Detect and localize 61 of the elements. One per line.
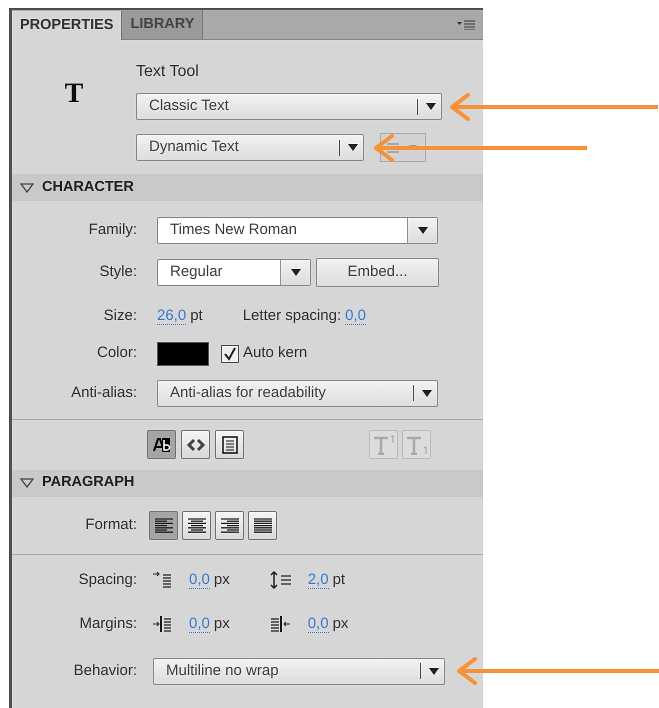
caret-icon <box>290 269 300 276</box>
panel-menu-icon[interactable] <box>457 20 475 30</box>
caret-icon <box>422 390 432 396</box>
field-label: Anti-alias: <box>70 382 137 403</box>
text-border-icon <box>222 436 238 454</box>
align-button[interactable] <box>215 510 244 540</box>
embed-button[interactable]: Embed... <box>316 258 439 287</box>
font-family-field[interactable]: Times New Roman <box>157 217 438 244</box>
align-justify-icon <box>252 516 274 534</box>
check-icon <box>223 346 237 360</box>
superscript-icon <box>372 434 396 454</box>
text-orientation-icon <box>385 142 401 154</box>
unit-label: pt <box>190 306 203 326</box>
collapse-icon <box>20 182 34 192</box>
collapse-icon <box>20 478 34 488</box>
anti-alias-dropdown[interactable]: Anti-alias for readability <box>157 380 438 406</box>
caret-icon <box>418 227 428 234</box>
unit-label: pt <box>332 570 346 590</box>
align-center-icon <box>186 516 208 534</box>
align-right-icon <box>218 516 240 534</box>
auto-kern-checkbox[interactable] <box>221 344 239 362</box>
align-button[interactable] <box>149 510 178 540</box>
font-style-field[interactable]: Regular <box>157 259 311 286</box>
text-option-button[interactable] <box>215 430 244 459</box>
unit-label: px <box>332 614 348 634</box>
behavior-dropdown[interactable]: Multiline no wrap <box>153 658 445 684</box>
checkbox-label: Auto kern <box>243 343 308 364</box>
align-left-icon <box>152 516 174 534</box>
panel-tab[interactable]: PROPERTIES <box>12 11 122 40</box>
section-header[interactable]: CHARACTER <box>12 174 483 201</box>
text-option-button[interactable] <box>181 430 210 459</box>
text-engine-dropdown[interactable]: Classic Text <box>136 93 442 120</box>
selectable-text-icon <box>152 436 170 452</box>
tool-name: Text Tool <box>136 62 200 82</box>
left-margin-icon <box>153 615 173 634</box>
section-header[interactable]: PARAGRAPH <box>12 470 483 496</box>
field-label: Family: <box>88 220 137 240</box>
align-button[interactable] <box>182 510 211 540</box>
caret-icon <box>348 144 358 151</box>
caret-icon <box>428 668 438 674</box>
tool-glyph: T <box>64 80 84 111</box>
field-label: Size: <box>102 306 137 326</box>
field-label: Color: <box>96 343 137 364</box>
unit-label: px <box>214 614 230 634</box>
html-render-icon <box>186 438 204 452</box>
field-label: Margins: <box>78 614 137 634</box>
color-swatch[interactable] <box>157 342 209 366</box>
field-label: Format: <box>84 514 137 535</box>
field-label: Style: <box>98 262 137 282</box>
field-label: Behavior: <box>72 660 137 681</box>
right-margin-icon <box>270 615 292 634</box>
line-spacing-icon <box>270 570 292 589</box>
align-button[interactable] <box>248 510 277 540</box>
field-label: Letter spacing: <box>242 306 342 326</box>
text-option-button[interactable] <box>147 430 176 459</box>
unit-label: px <box>214 570 230 590</box>
text-type-dropdown[interactable]: Dynamic Text <box>136 134 364 161</box>
indent-icon <box>153 570 173 589</box>
caret-icon <box>426 103 436 110</box>
subscript-icon <box>404 434 428 454</box>
field-label: Spacing: <box>78 570 137 590</box>
